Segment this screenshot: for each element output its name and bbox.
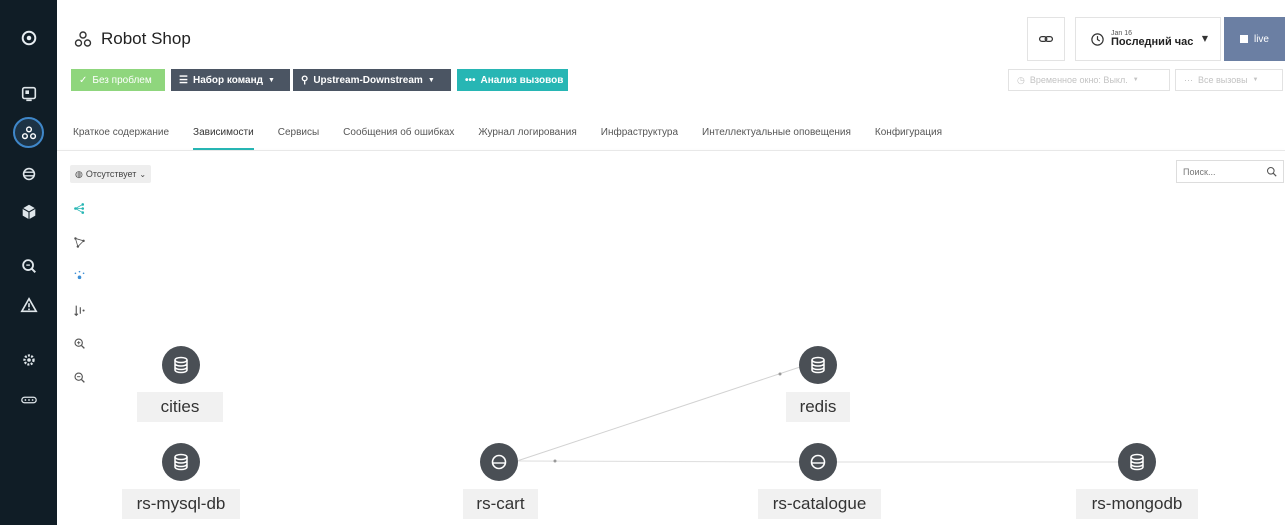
chevron-down-icon: ▼	[1132, 77, 1139, 83]
command-set-dropdown[interactable]: ☰ Набор команд ▼	[171, 69, 290, 91]
dots-icon: •••	[465, 74, 476, 86]
live-toggle-button[interactable]: live	[1224, 17, 1285, 61]
database-icon	[1130, 453, 1144, 471]
tab-configuration[interactable]: Конфигурация	[875, 120, 942, 150]
infrastructure-icon[interactable]	[0, 196, 57, 228]
all-calls-label: Все вызовы	[1198, 75, 1248, 85]
monitor-icon[interactable]	[0, 78, 57, 110]
tab-errors[interactable]: Сообщения об ошибках	[343, 120, 454, 150]
share-link-button[interactable]	[1027, 17, 1065, 61]
command-set-label: Набор команд	[192, 74, 263, 86]
tab-bar: Краткое содержание Зависимости Сервисы С…	[73, 120, 966, 150]
node-label-rs-mongodb: rs-mongodb	[1076, 489, 1198, 519]
stop-icon	[1239, 35, 1248, 43]
tab-dependencies[interactable]: Зависимости	[193, 120, 254, 150]
missing-filter-dropdown[interactable]: ◍ Отсутствует ⌄	[70, 165, 152, 183]
gear-icon[interactable]	[0, 344, 57, 376]
node-redis[interactable]	[799, 346, 837, 384]
alert-icon[interactable]	[0, 289, 57, 321]
zoom-out-icon[interactable]	[70, 368, 88, 386]
page-title: Robot Shop	[73, 29, 191, 49]
call-analysis-button[interactable]: ••• Анализ вызовов	[457, 69, 568, 91]
node-label-rs-cart: rs-cart	[463, 489, 538, 519]
chevron-down-icon: ▼	[1201, 34, 1208, 43]
tab-logs[interactable]: Журнал логирования	[478, 120, 576, 150]
upstream-downstream-dropdown[interactable]: ⚲ Upstream-Downstream ▼	[293, 69, 451, 91]
time-window-dropdown[interactable]: ◷ Временное окно: Выкл. ▼	[1008, 69, 1170, 91]
node-rs-mongodb[interactable]	[1118, 443, 1156, 481]
left-navigation-rail	[0, 0, 57, 525]
tab-summary[interactable]: Краткое содержание	[73, 120, 169, 150]
chevron-down-icon: ▼	[427, 76, 435, 84]
applications-icon[interactable]	[0, 117, 57, 149]
link-icon	[1038, 35, 1054, 43]
dependency-canvas[interactable]	[57, 151, 1285, 525]
database-icon	[174, 453, 188, 471]
database-icon	[811, 356, 825, 374]
status-label: Без проблем	[92, 74, 152, 86]
database-icon	[174, 356, 188, 374]
node-rs-cart[interactable]	[480, 443, 518, 481]
missing-label: Отсутствует	[85, 169, 137, 179]
zoom-in-icon[interactable]	[70, 334, 88, 352]
app-title-text: Robot Shop	[101, 29, 191, 48]
node-label-cities: cities	[137, 392, 223, 422]
hierarchy-icon: ⚲	[301, 74, 309, 86]
globe-icon: ◍	[75, 168, 83, 179]
list-icon: ☰	[179, 74, 188, 86]
tab-services[interactable]: Сервисы	[278, 120, 319, 150]
call-analysis-label: Анализ вызовов	[480, 74, 564, 86]
upstream-label: Upstream-Downstream	[313, 74, 423, 86]
search-icon[interactable]	[1266, 166, 1278, 178]
node-rs-mysql-db[interactable]	[162, 443, 200, 481]
tab-infrastructure[interactable]: Инфраструктура	[601, 120, 678, 150]
more-icon[interactable]	[0, 384, 57, 416]
search-input[interactable]	[1183, 166, 1263, 177]
chevron-down-icon: ⌄	[139, 169, 147, 179]
layout-force-icon[interactable]	[70, 233, 88, 251]
clock-icon	[1091, 32, 1104, 46]
calls-icon: ⋯	[1184, 74, 1193, 85]
node-rs-catalogue[interactable]	[799, 443, 837, 481]
chevron-down-icon: ▼	[268, 76, 275, 84]
clock-icon: ◷	[1017, 74, 1025, 85]
node-label-redis: redis	[786, 392, 850, 422]
sort-layout-icon[interactable]	[70, 301, 88, 319]
service-icon	[491, 454, 507, 470]
time-range-selector[interactable]: Jan 16 Последний час ▼	[1075, 17, 1221, 61]
node-label-rs-mysql-db: rs-mysql-db	[122, 489, 240, 519]
search-box	[1176, 160, 1284, 183]
node-label-rs-catalogue: rs-catalogue	[758, 489, 881, 519]
live-label: live	[1253, 33, 1269, 45]
chevron-down-icon: ▼	[1252, 77, 1259, 83]
service-icon	[810, 454, 826, 470]
node-cities[interactable]	[162, 346, 200, 384]
layout-radial-icon[interactable]	[70, 267, 88, 285]
tab-smart-alerts[interactable]: Интеллектуальные оповещения	[702, 120, 851, 150]
status-button[interactable]: ✓ Без проблем	[71, 69, 165, 91]
all-calls-dropdown[interactable]: ⋯ Все вызовы ▼	[1175, 69, 1283, 91]
analytics-icon[interactable]	[0, 250, 57, 282]
time-window-label: Временное окно: Выкл.	[1029, 75, 1128, 85]
application-icon	[74, 31, 92, 47]
logo-icon[interactable]	[0, 22, 57, 54]
check-icon: ✓	[79, 74, 88, 86]
layout-tree-icon[interactable]	[70, 199, 88, 217]
time-range-label: Последний час	[1111, 36, 1194, 48]
services-icon[interactable]	[0, 158, 57, 190]
